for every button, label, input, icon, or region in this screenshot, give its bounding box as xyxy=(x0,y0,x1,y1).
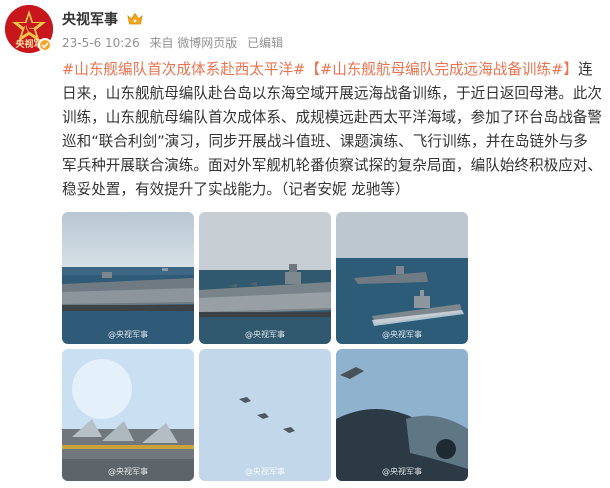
photo-watermark: @央视军事 xyxy=(245,467,285,476)
photo-watermark: @央视军事 xyxy=(245,330,285,339)
photo-jets-on-deck[interactable]: @央视军事 xyxy=(62,349,194,481)
verified-badge-icon xyxy=(38,38,52,52)
image-gallery: @央视军事 @央视军事 @央视军事 @央视军事 @央视军事 @央视军事 xyxy=(62,212,472,484)
svg-text:八一: 八一 xyxy=(21,25,36,33)
post-source: 来自 微博网页版 xyxy=(149,36,238,50)
photo-watermark: @央视军事 xyxy=(382,467,422,476)
hashtag-link[interactable]: #山东舰编队首次成体系赴西太平洋# xyxy=(62,61,305,78)
photo-watermark: @央视军事 xyxy=(108,467,148,476)
photo-watermark: @央视军事 xyxy=(108,330,148,339)
photo-jets-formation[interactable]: @央视军事 xyxy=(199,349,331,481)
post-time[interactable]: 23-5-6 10:26 xyxy=(62,36,140,50)
photo-carrier-deck[interactable]: @央视军事 xyxy=(62,212,194,344)
photo-carrier-jets[interactable]: @央视军事 xyxy=(199,212,331,344)
post-text: #山东舰编队首次成体系赴西太平洋#【#山东舰航母编队完成远海战备训练#】连日来，… xyxy=(62,58,602,202)
edited-label[interactable]: 已编辑 xyxy=(247,36,283,50)
vip-crown-icon[interactable] xyxy=(127,11,143,25)
photo-cockpit-view[interactable]: @央视军事 xyxy=(336,349,468,481)
post-meta: 23-5-6 10:26 来自 微博网页版 已编辑 xyxy=(62,34,289,51)
photo-watermark: @央视军事 xyxy=(382,330,422,339)
hashtag-link[interactable]: 【#山东舰航母编队完成远海战备训练#】 xyxy=(305,61,578,78)
author-name[interactable]: 央视军事 xyxy=(62,9,118,29)
post-body: 连日来，山东舰航母编队赴台岛以东海空域开展远海战备训练，于近日返回母港。此次训练… xyxy=(62,61,602,198)
photo-carrier-destroyer[interactable]: @央视军事 xyxy=(336,212,468,344)
